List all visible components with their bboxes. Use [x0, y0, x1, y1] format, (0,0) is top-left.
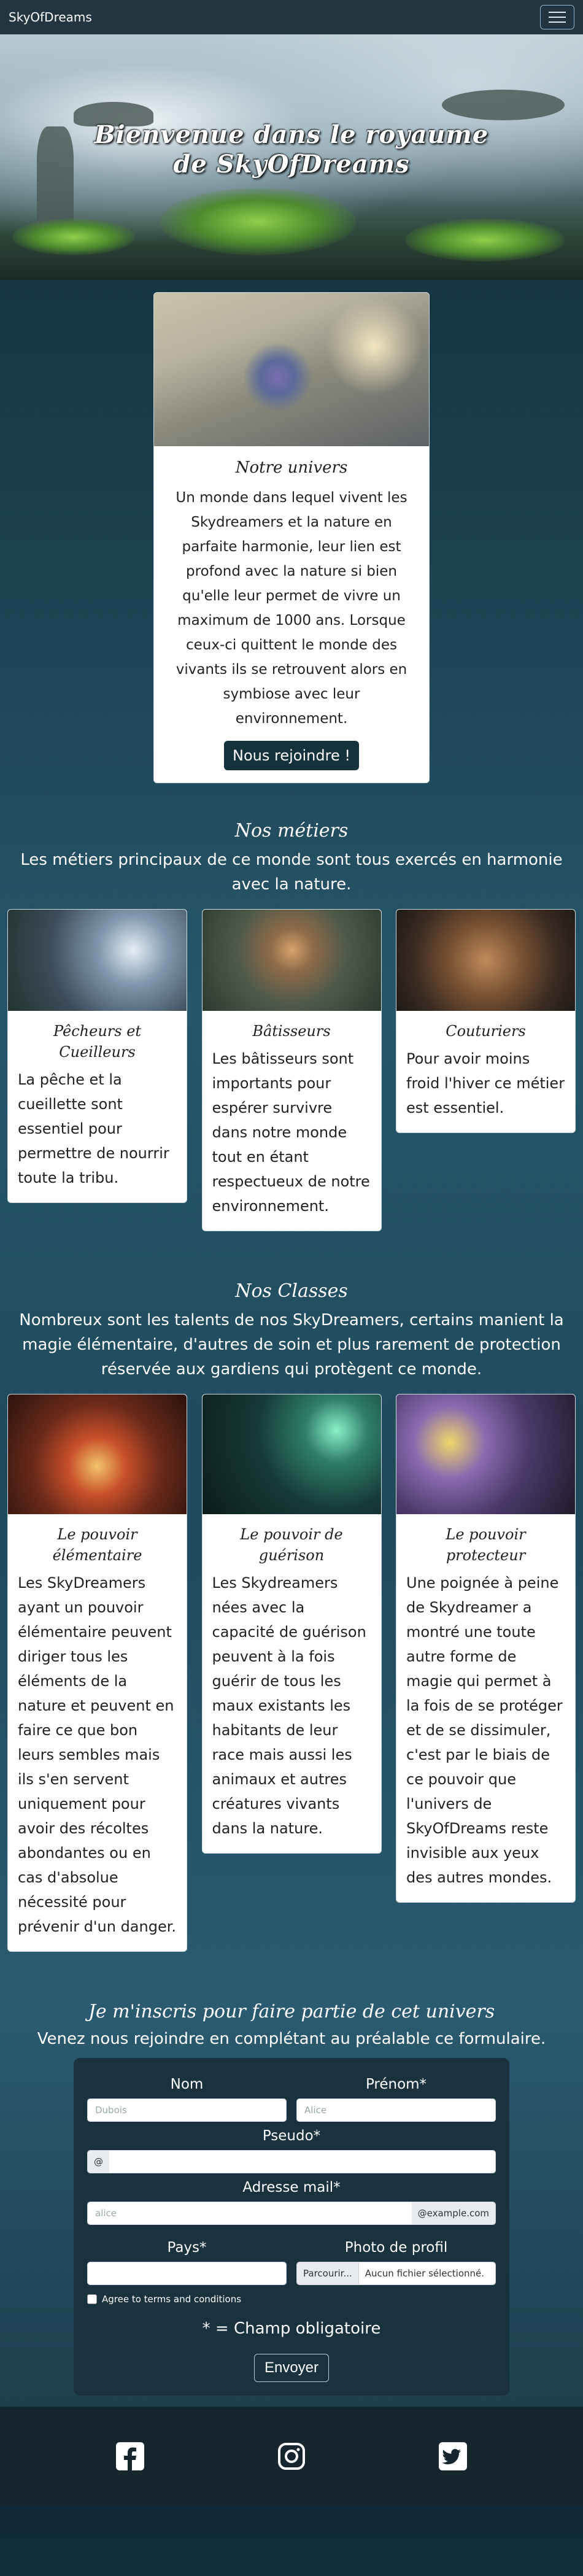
- menu-toggle-button[interactable]: [540, 5, 574, 29]
- card-title: Le pouvoir protecteur: [446, 1526, 526, 1564]
- join-button[interactable]: Nous rejoindre !: [224, 741, 359, 770]
- footer: [0, 2407, 583, 2506]
- email-label: Adresse mail*: [242, 2180, 341, 2195]
- twitter-icon[interactable]: [438, 2441, 468, 2472]
- classes-title: Nos Classes: [235, 1280, 348, 1302]
- required-note: * = Champ obligatoire: [202, 2319, 381, 2338]
- card-title: Bâtisseurs: [252, 1023, 331, 1040]
- email-input[interactable]: alice: [88, 2202, 412, 2224]
- terms-checkbox-row[interactable]: Agree to terms and conditions: [87, 2294, 496, 2305]
- univers-text: Un monde dans lequel vivent les Skydream…: [176, 490, 407, 727]
- at-addon: @: [88, 2151, 109, 2173]
- pseudo-label: Pseudo*: [262, 2128, 321, 2144]
- class-card-protecteur: Le pouvoir protecteur Une poignée à pein…: [396, 1394, 576, 1903]
- metiers-title: Nos métiers: [234, 820, 349, 841]
- class-image: [202, 1394, 381, 1514]
- email-domain-addon: @example.com: [411, 2202, 495, 2224]
- browse-button[interactable]: Parcourir...: [297, 2262, 359, 2284]
- classes-cards: Le pouvoir élémentaire Les SkyDreamers a…: [0, 1394, 583, 1952]
- metier-card-pecheurs: Pêcheurs et Cueilleurs La pêche et la cu…: [7, 909, 187, 1203]
- card-text: Pour avoir moins froid l'hiver ce métier…: [406, 1050, 565, 1116]
- nom-label: Nom: [170, 2076, 204, 2092]
- nom-input[interactable]: Dubois: [87, 2098, 287, 2122]
- card-text: Les SkyDreamers ayant un pouvoir élément…: [18, 1574, 177, 1935]
- univers-title: Notre univers: [235, 458, 348, 477]
- navbar: SkyOfDreams: [0, 0, 583, 34]
- univers-image: [154, 293, 429, 446]
- email-input-group: alice @example.com: [87, 2202, 496, 2225]
- hamburger-icon: [549, 12, 566, 13]
- metiers-desc: Les métiers principaux de ce monde sont …: [20, 851, 563, 894]
- join-desc: Venez nous rejoindre en complétant au pr…: [37, 2030, 546, 2048]
- card-text: Les Skydreamers nées avec la capacité de…: [212, 1574, 366, 1837]
- instagram-icon[interactable]: [276, 2441, 307, 2472]
- card-text: La pêche et la cueillette sont essentiel…: [18, 1071, 169, 1186]
- class-card-elementaire: Le pouvoir élémentaire Les SkyDreamers a…: [7, 1394, 187, 1952]
- univers-card: Notre univers Un monde dans lequel viven…: [153, 292, 430, 783]
- card-text: Les bâtisseurs sont importants pour espé…: [212, 1050, 370, 1215]
- hero-grass: [160, 188, 356, 255]
- pays-label: Pays*: [167, 2240, 207, 2256]
- photo-label: Photo de profil: [344, 2240, 448, 2256]
- file-status: Aucun fichier sélectionné.: [358, 2262, 495, 2284]
- pseudo-input[interactable]: [109, 2151, 495, 2173]
- prenom-input[interactable]: Alice: [296, 2098, 496, 2122]
- pays-input[interactable]: [87, 2262, 287, 2285]
- card-text: Une poignée à peine de Skydreamer a mont…: [406, 1574, 563, 1886]
- classes-desc: Nombreux sont les talents de nos SkyDrea…: [19, 1311, 564, 1379]
- card-title: Le pouvoir élémentaire: [52, 1526, 142, 1564]
- metier-card-couturiers: Couturiers Pour avoir moins froid l'hive…: [396, 909, 576, 1133]
- metier-card-batisseurs: Bâtisseurs Les bâtisseurs sont important…: [201, 909, 382, 1231]
- metier-image: [202, 910, 381, 1011]
- terms-checkbox[interactable]: [87, 2294, 97, 2304]
- prenom-label: Prénom*: [365, 2076, 427, 2092]
- card-title: Le pouvoir de guérison: [240, 1526, 343, 1564]
- class-image: [396, 1394, 575, 1514]
- submit-button[interactable]: Envoyer: [253, 2354, 330, 2382]
- hero-title: Bienvenue dans le royaume de SkyOfDreams: [94, 120, 489, 179]
- hero-banner: Bienvenue dans le royaume de SkyOfDreams: [0, 34, 583, 280]
- photo-file-input[interactable]: Parcourir... Aucun fichier sélectionné.: [296, 2262, 496, 2285]
- terms-label: Agree to terms and conditions: [102, 2294, 242, 2305]
- join-title: Je m'inscris pour faire partie de cet un…: [88, 2001, 495, 2022]
- class-card-guerison: Le pouvoir de guérison Les Skydreamers n…: [201, 1394, 382, 1854]
- pseudo-input-group: @: [87, 2150, 496, 2173]
- brand-link[interactable]: SkyOfDreams: [9, 10, 92, 25]
- card-title: Couturiers: [446, 1023, 526, 1040]
- metiers-cards: Pêcheurs et Cueilleurs La pêche et la cu…: [0, 909, 583, 1231]
- facebook-icon[interactable]: [115, 2441, 145, 2472]
- metier-image: [396, 910, 575, 1011]
- card-title: Pêcheurs et Cueilleurs: [53, 1023, 142, 1061]
- metier-image: [8, 910, 187, 1011]
- class-image: [8, 1394, 187, 1514]
- signup-form: Nom Dubois Prénom* Alice Pseudo* @ Adres…: [74, 2058, 509, 2396]
